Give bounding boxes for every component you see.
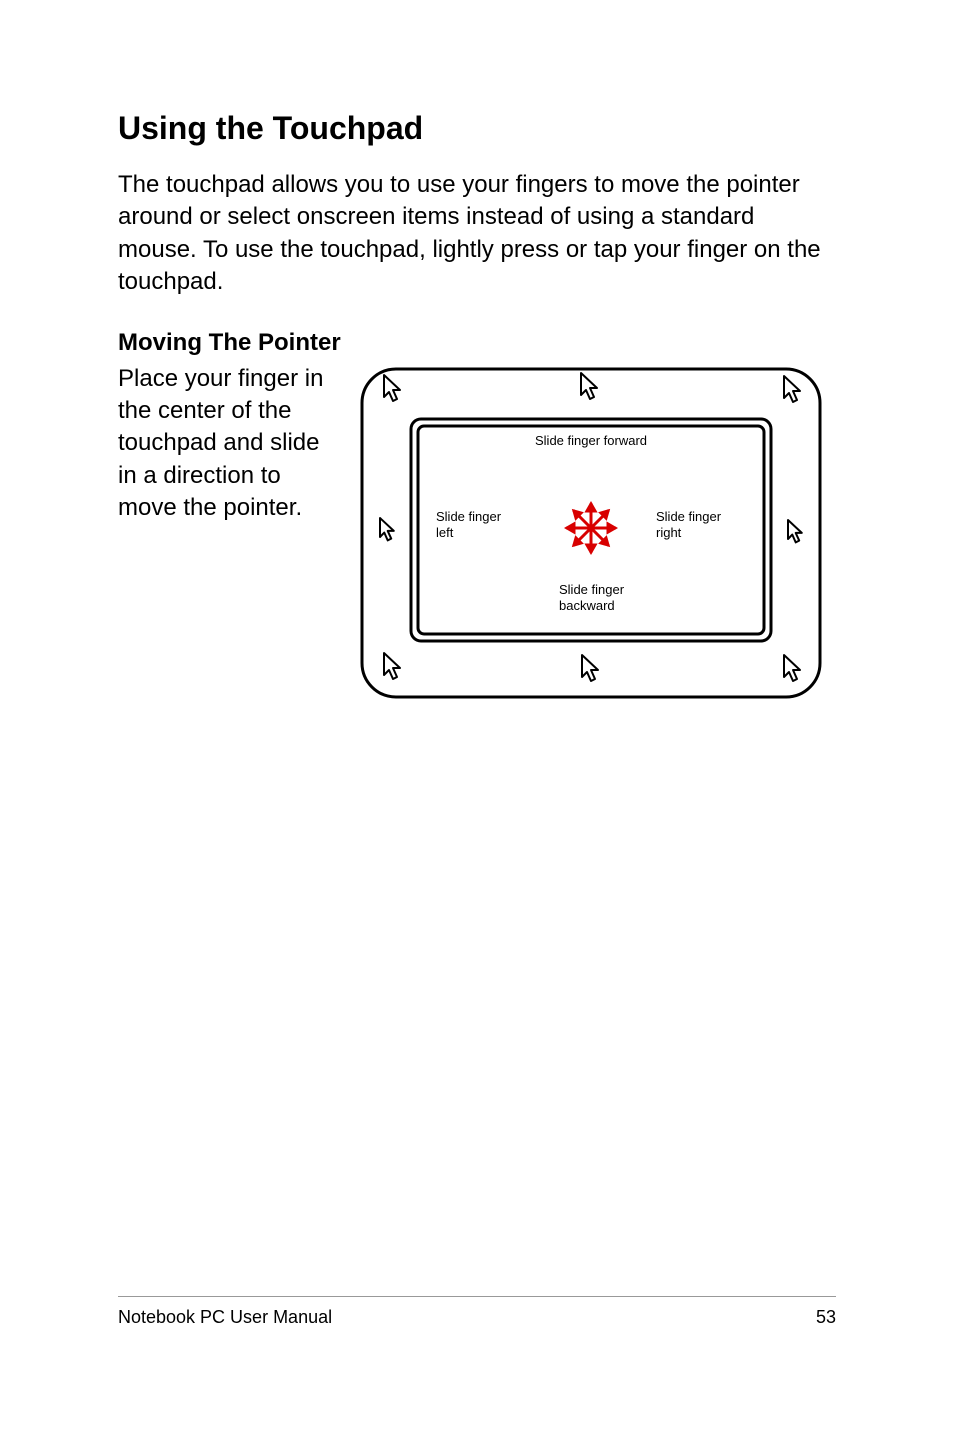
page: Using the Touchpad The touchpad allows y… — [0, 0, 954, 1438]
label-right-line2: right — [656, 525, 682, 540]
label-back-line1: Slide finger — [559, 582, 625, 597]
label-left-line1: Slide finger — [436, 509, 502, 524]
label-right-line1: Slide finger — [656, 509, 722, 524]
page-number: 53 — [816, 1307, 836, 1328]
subsection-heading: Moving The Pointer — [118, 329, 836, 357]
label-forward: Slide finger forward — [535, 433, 647, 448]
left-instruction-text: Place your finger in the center of the t… — [118, 363, 338, 525]
touchpad-diagram: Slide finger forward Slide finger left S… — [356, 363, 826, 703]
footer-left-text: Notebook PC User Manual — [118, 1307, 332, 1328]
label-left-line2: left — [436, 525, 454, 540]
label-back-line2: backward — [559, 598, 615, 613]
section-heading: Using the Touchpad — [118, 110, 836, 147]
page-footer: Notebook PC User Manual 53 — [118, 1296, 836, 1328]
content-row: Place your finger in the center of the t… — [118, 363, 836, 703]
footer-divider — [118, 1296, 836, 1297]
intro-paragraph: The touchpad allows you to use your fing… — [118, 169, 836, 299]
